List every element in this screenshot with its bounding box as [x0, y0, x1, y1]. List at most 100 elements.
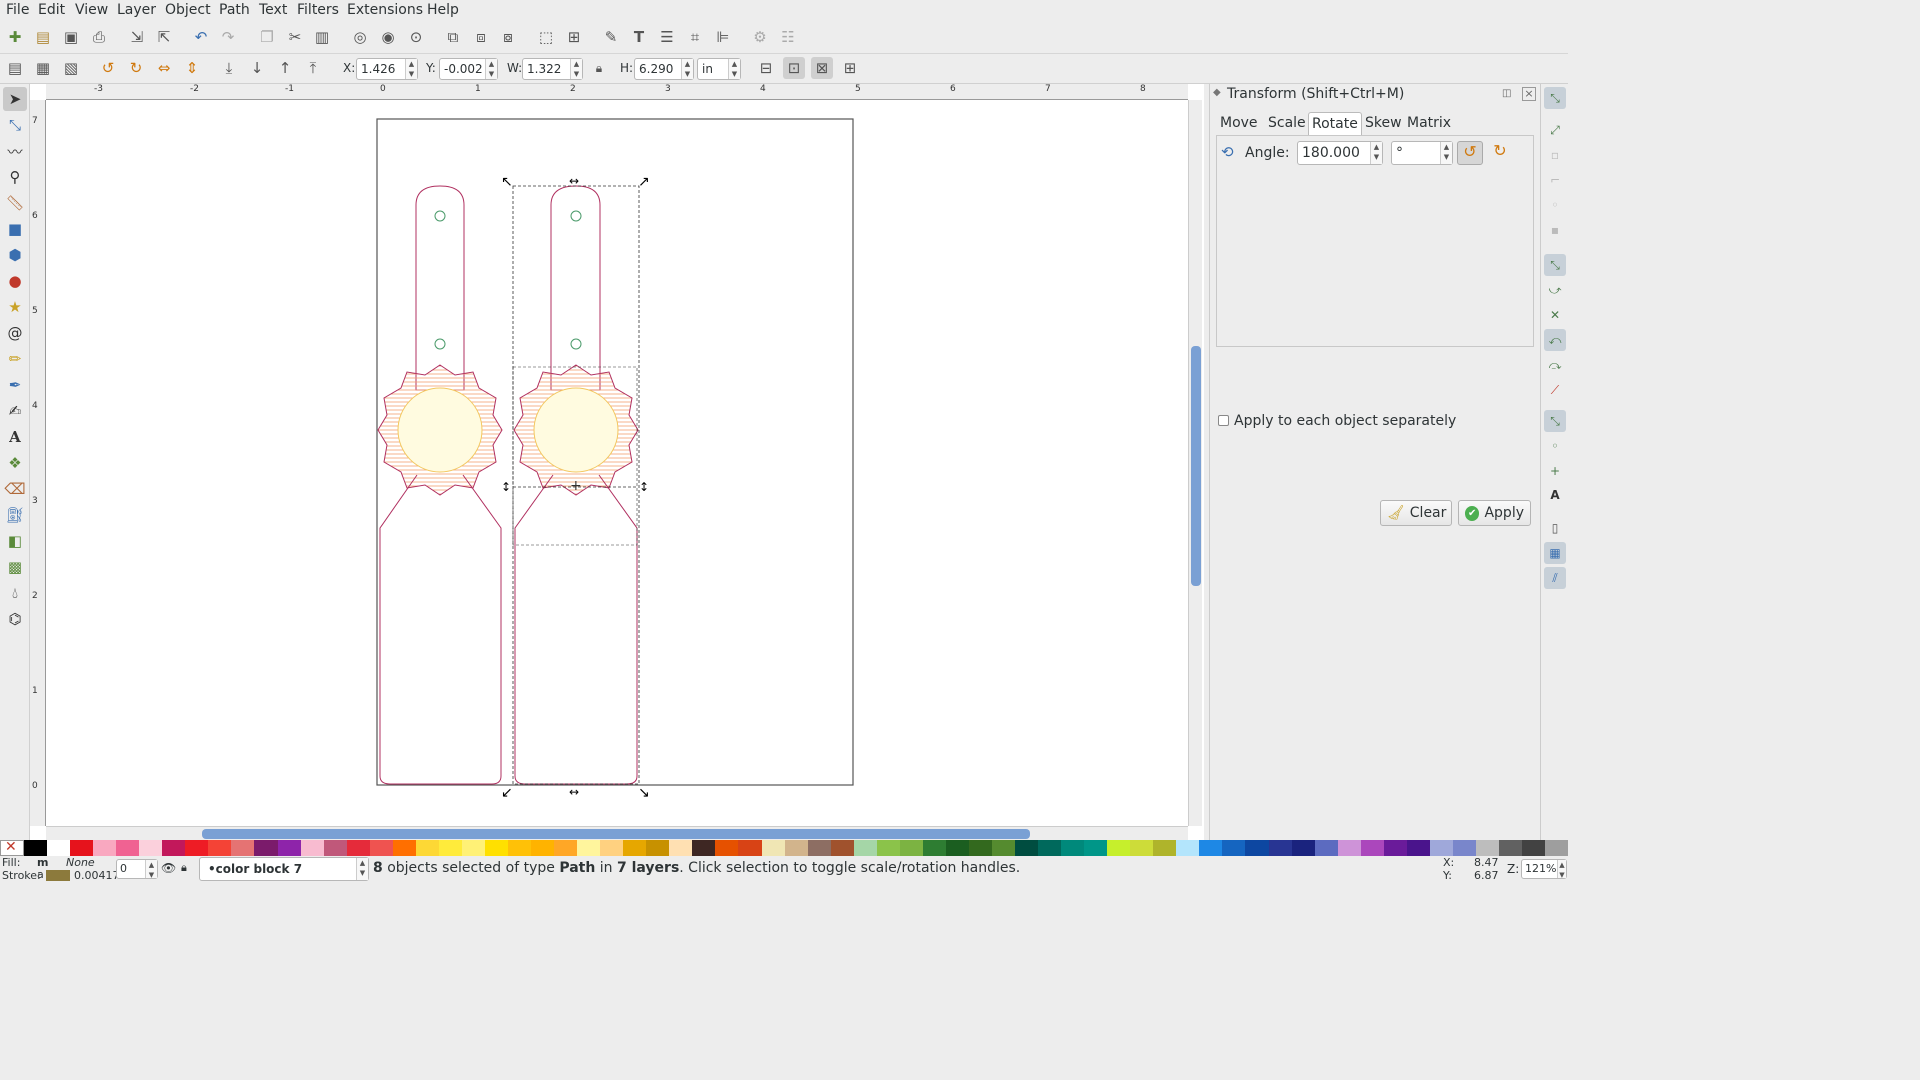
calligraphy-tool-icon[interactable]: ✍ [3, 399, 27, 423]
snap-bbox-midpoints-icon[interactable]: ◦ [1544, 194, 1566, 216]
snap-bbox-corners-icon[interactable]: ⌐ [1544, 169, 1566, 191]
color-swatch[interactable] [1222, 840, 1246, 856]
xml-editor-icon[interactable]: ⌗ [684, 26, 706, 48]
color-swatch[interactable] [277, 840, 301, 856]
angle-unit-select[interactable]: ° ▲ ▼ [1391, 141, 1453, 165]
snap-bbox-centers-icon[interactable]: ▪ [1544, 219, 1566, 241]
opacity-stepper-icon[interactable]: ▲ ▼ [145, 860, 157, 879]
color-swatch[interactable] [1107, 840, 1131, 856]
color-swatch[interactable] [1360, 840, 1384, 856]
rotate-ccw-icon[interactable]: ↺ [97, 57, 119, 79]
vertical-scroll-thumb[interactable] [1191, 346, 1201, 586]
vertical-scrollbar[interactable] [1188, 100, 1202, 826]
snap-cusp-nodes-icon[interactable]: ⤺ [1544, 329, 1566, 351]
menu-extensions[interactable]: Extensions [347, 2, 423, 18]
color-swatch[interactable] [47, 840, 71, 856]
no-paint-swatch[interactable]: ✕ [0, 839, 24, 856]
unlink-clone-icon[interactable]: ⧇ [497, 26, 519, 48]
angle-stepper-icon[interactable]: ▲ ▼ [1370, 142, 1382, 164]
fill-stroke-icon[interactable]: ✎ [600, 26, 622, 48]
h-field[interactable]: 6.290 ▲ ▼ [634, 58, 694, 80]
snap-toggle-icon[interactable]: ⤡ [1544, 87, 1566, 109]
color-swatch[interactable] [600, 840, 624, 856]
gradient-tool-icon[interactable]: ◧ [3, 529, 27, 553]
tab-skew[interactable]: Skew [1362, 112, 1405, 136]
move-patterns-icon[interactable]: ⊞ [839, 57, 861, 79]
color-swatch[interactable] [1061, 840, 1085, 856]
paste-icon[interactable]: ▥ [311, 26, 333, 48]
snap-guides-icon[interactable]: ⫽ [1544, 567, 1566, 589]
undo-icon[interactable]: ↶ [190, 26, 212, 48]
color-swatch[interactable] [646, 840, 670, 856]
color-swatch[interactable] [24, 840, 48, 856]
color-swatch[interactable] [231, 840, 255, 856]
color-swatch[interactable] [1337, 840, 1361, 856]
color-swatch[interactable] [438, 840, 462, 856]
cut-icon[interactable]: ✂ [284, 26, 306, 48]
ungroup-icon[interactable]: ⊞ [563, 26, 585, 48]
selector-tool-icon[interactable]: ➤ [3, 87, 27, 111]
y-field[interactable]: -0.002 ▲ ▼ [439, 58, 498, 80]
color-swatch[interactable] [70, 840, 94, 856]
color-swatch[interactable] [93, 840, 117, 856]
color-swatch[interactable] [254, 840, 278, 856]
zoom-drawing-icon[interactable]: ◉ [377, 26, 399, 48]
x-stepper-icon[interactable]: ▲ ▼ [405, 59, 417, 79]
open-icon[interactable]: ▤ [32, 26, 54, 48]
zoom-page-icon[interactable]: ⊙ [405, 26, 427, 48]
color-swatch[interactable] [830, 840, 854, 856]
color-swatch[interactable] [1383, 840, 1407, 856]
tweak-tool-icon[interactable]: 〰 [3, 139, 27, 163]
menu-view[interactable]: View [75, 2, 108, 18]
tab-scale[interactable]: Scale [1265, 112, 1309, 136]
color-swatch[interactable] [185, 840, 209, 856]
apply-button[interactable]: ✔ Apply [1458, 500, 1531, 526]
x-field[interactable]: 1.426 ▲ ▼ [356, 58, 418, 80]
scale-corners-icon[interactable]: ⊡ [783, 57, 805, 79]
close-icon[interactable]: × [1522, 87, 1536, 101]
color-swatch[interactable] [139, 840, 163, 856]
color-swatch[interactable] [853, 840, 877, 856]
lower-bottom-icon[interactable]: ⤓ [218, 57, 240, 79]
rotate-ccw-icon[interactable]: ↺ [1457, 141, 1483, 165]
star-tool-icon[interactable]: ★ [3, 295, 27, 319]
snap-object-centers-icon[interactable]: ◦ [1544, 435, 1566, 457]
color-swatch[interactable] [899, 840, 923, 856]
color-swatch[interactable] [1291, 840, 1315, 856]
snap-bbox-edges-icon[interactable]: ▫ [1544, 144, 1566, 166]
color-swatch[interactable] [1199, 840, 1223, 856]
color-swatch[interactable] [484, 840, 508, 856]
save-icon[interactable]: ▣ [60, 26, 82, 48]
menu-object[interactable]: Object [165, 2, 211, 18]
color-swatch[interactable] [346, 840, 370, 856]
zoom-field[interactable]: 121% ▲ ▼ [1521, 859, 1567, 879]
import-icon[interactable]: ⇲ [126, 26, 148, 48]
stroke-indicator[interactable] [46, 870, 70, 881]
layer-select[interactable]: •color block 7 ▲ ▼ [199, 857, 369, 881]
color-swatch[interactable] [623, 840, 647, 856]
angle-field[interactable]: 180.000 ▲ ▼ [1297, 141, 1383, 165]
horizontal-scroll-thumb[interactable] [202, 829, 1030, 839]
raise-top-icon[interactable]: ⤒ [302, 57, 324, 79]
redo-icon[interactable]: ↷ [217, 26, 239, 48]
lock-ratio-icon[interactable]: 🔒︎ [588, 57, 610, 79]
tab-matrix[interactable]: Matrix [1404, 112, 1454, 136]
w-field[interactable]: 1.322 ▲ ▼ [522, 58, 583, 80]
copy-icon[interactable]: ❐ [256, 26, 278, 48]
color-swatch[interactable] [531, 840, 555, 856]
color-swatch[interactable] [945, 840, 969, 856]
color-swatch[interactable] [1429, 840, 1453, 856]
select-all-layers-icon[interactable]: ▦ [32, 57, 54, 79]
mesh-tool-icon[interactable]: ▩ [3, 555, 27, 579]
color-swatch[interactable] [876, 840, 900, 856]
zoom-stepper-icon[interactable]: ▲ ▼ [1557, 860, 1566, 879]
clone-icon[interactable]: ⧈ [470, 26, 492, 48]
color-swatch[interactable] [1545, 840, 1569, 856]
color-swatch[interactable] [1084, 840, 1108, 856]
text-font-icon[interactable]: T [628, 26, 650, 48]
3d-box-tool-icon[interactable]: ⬢ [3, 243, 27, 267]
menu-path[interactable]: Path [219, 2, 250, 18]
color-swatch[interactable] [807, 840, 831, 856]
color-swatch[interactable] [669, 840, 693, 856]
group-icon[interactable]: ⬚ [535, 26, 557, 48]
